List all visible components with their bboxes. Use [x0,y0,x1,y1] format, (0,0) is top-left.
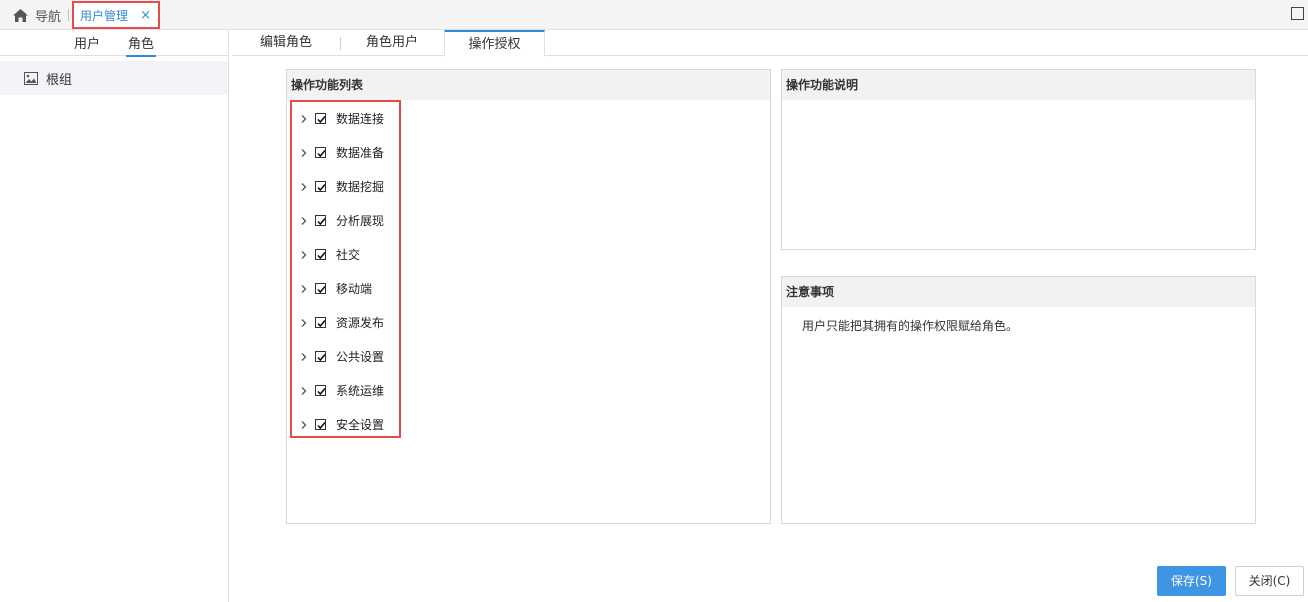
function-item-data-mining[interactable]: 数据挖掘 [300,176,384,196]
checkbox[interactable] [315,282,326,294]
image-icon [24,71,38,85]
function-item-data-connection[interactable]: 数据连接 [300,108,384,128]
function-item-social[interactable]: 社交 [300,244,360,264]
close-button[interactable]: 关闭(C) [1235,566,1304,596]
function-list-highlight: 数据连接 数据准备 数据挖掘 分析展现 社交 移动端 资源发布 公共设置 系统运 [290,100,401,438]
chevron-right-icon[interactable] [300,317,308,327]
function-item-analysis-display[interactable]: 分析展现 [300,210,384,230]
function-list-title: 操作功能列表 [287,70,770,100]
sidebar-tab-roles[interactable]: 角色 [126,33,157,57]
function-item-label: 系统运维 [336,383,385,398]
checkbox[interactable] [315,180,326,192]
checkbox[interactable] [315,350,326,362]
chevron-right-icon[interactable] [300,419,308,429]
tree-node-label: 根组 [46,72,73,88]
sidebar: 用户 角色 根组 [0,30,229,602]
chevron-right-icon[interactable] [300,113,308,123]
notes-text: 用户只能把其拥有的操作权限赋给角色。 [802,319,1019,333]
function-item-label: 社交 [336,247,361,262]
checkbox[interactable] [315,146,326,158]
function-item-public-settings[interactable]: 公共设置 [300,346,384,366]
function-item-mobile[interactable]: 移动端 [300,278,372,298]
content-tabs: 编辑角色 角色用户 操作授权 [232,30,1308,57]
tree-node-root-group[interactable]: 根组 [0,61,228,95]
chevron-right-icon[interactable] [300,181,308,191]
checkbox[interactable] [315,248,326,260]
tab-operation-authorization[interactable]: 操作授权 [444,30,545,57]
checkbox[interactable] [315,384,326,396]
tab-user-management-label: 用户管理 [80,8,129,23]
checkbox[interactable] [315,418,326,430]
function-item-label: 公共设置 [336,349,385,364]
function-item-system-ops[interactable]: 系统运维 [300,380,384,400]
home-icon [12,8,29,23]
function-item-label: 移动端 [336,281,373,296]
checkbox[interactable] [315,112,326,124]
function-item-label: 安全设置 [336,417,385,432]
top-bar: 导航 用户管理 × [0,0,1308,30]
tab-user-management[interactable]: 用户管理 × [72,1,160,29]
chevron-right-icon[interactable] [300,385,308,395]
chevron-right-icon[interactable] [300,249,308,259]
nav-home-link[interactable]: 导航 [12,5,61,25]
function-item-label: 数据挖掘 [336,179,385,194]
checkbox[interactable] [315,214,326,226]
close-icon[interactable]: × [140,8,151,23]
save-button[interactable]: 保存(S) [1157,566,1226,596]
checkbox[interactable] [315,316,326,328]
chevron-right-icon[interactable] [300,283,308,293]
chevron-right-icon[interactable] [300,351,308,361]
sidebar-tabs: 用户 角色 [0,30,228,57]
notes-title: 注意事项 [782,277,1255,307]
tab-edit-role[interactable]: 编辑角色 [232,30,340,56]
nav-label: 导航 [35,9,62,25]
tab-separator [68,9,69,21]
function-item-label: 数据准备 [336,145,385,160]
notes-panel: 注意事项 用户只能把其拥有的操作权限赋给角色。 [781,276,1256,524]
function-item-security-settings[interactable]: 安全设置 [300,414,384,434]
function-item-label: 分析展现 [336,213,385,228]
function-item-label: 资源发布 [336,315,385,330]
function-description-panel: 操作功能说明 [781,69,1256,250]
tab-role-users[interactable]: 角色用户 [340,30,444,56]
function-description-title: 操作功能说明 [782,70,1255,100]
function-item-label: 数据连接 [336,111,385,126]
sidebar-tab-users[interactable]: 用户 [72,33,102,55]
function-item-resource-publish[interactable]: 资源发布 [300,312,384,332]
chevron-right-icon[interactable] [300,215,308,225]
maximize-icon[interactable] [1291,7,1304,20]
chevron-right-icon[interactable] [300,147,308,157]
function-item-data-preparation[interactable]: 数据准备 [300,142,384,162]
